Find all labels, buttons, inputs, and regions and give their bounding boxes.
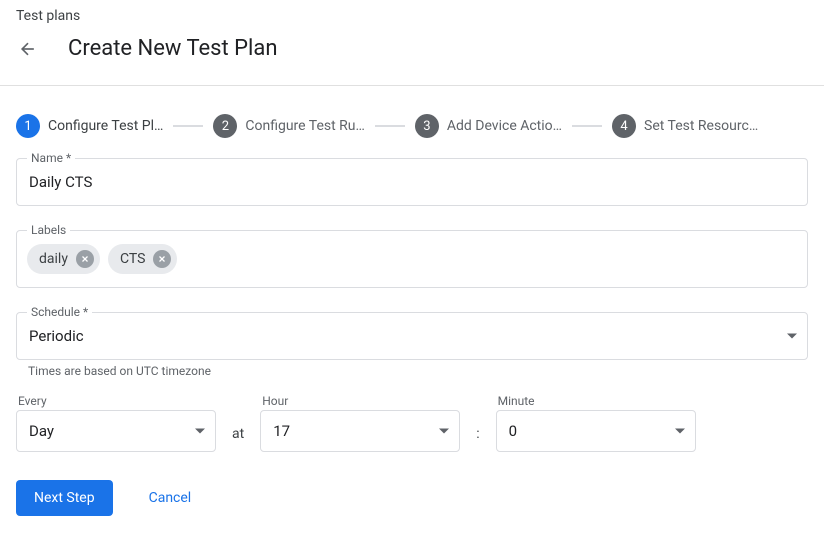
name-field[interactable]: Name * — [16, 158, 808, 206]
time-row: Every Day at Hour 17 : Minute 0 — [16, 394, 808, 452]
step-number: 2 — [213, 114, 237, 138]
chip-remove-icon[interactable] — [76, 250, 94, 268]
stepper: 1 Configure Test Pl… 2 Configure Test Ru… — [0, 86, 824, 158]
chip-text: daily — [39, 251, 68, 267]
step-4[interactable]: 4 Set Test Resourc… — [612, 114, 758, 138]
step-3[interactable]: 3 Add Device Actio… — [415, 114, 562, 138]
step-label: Set Test Resourc… — [644, 118, 758, 134]
schedule-select[interactable]: Schedule * Periodic — [16, 312, 808, 360]
step-number: 3 — [415, 114, 439, 138]
step-label: Configure Test Ru… — [245, 118, 365, 134]
button-row: Next Step Cancel — [16, 480, 808, 516]
next-step-button[interactable]: Next Step — [16, 480, 113, 516]
every-select[interactable]: Day — [16, 410, 216, 452]
hour-field: Hour 17 — [260, 394, 460, 452]
step-label: Configure Test Pl… — [48, 118, 163, 134]
page-title: Create New Test Plan — [68, 36, 278, 61]
hour-value: 17 — [261, 411, 459, 451]
breadcrumb[interactable]: Test plans — [0, 0, 824, 32]
name-input[interactable] — [17, 159, 807, 205]
back-arrow-icon[interactable] — [16, 37, 40, 61]
every-field: Every Day — [16, 394, 216, 452]
hour-select[interactable]: 17 — [260, 410, 460, 452]
labels-field[interactable]: Labels daily CTS — [16, 230, 808, 288]
schedule-hint: Times are based on UTC timezone — [28, 364, 808, 378]
step-number: 4 — [612, 114, 636, 138]
form: Name * Labels daily CTS Schedule * Perio… — [0, 158, 824, 516]
minute-label: Minute — [498, 394, 696, 408]
at-text: at — [216, 426, 260, 452]
step-connector — [173, 125, 203, 127]
schedule-label: Schedule * — [27, 305, 92, 319]
every-value: Day — [17, 411, 215, 451]
labels-label: Labels — [27, 223, 70, 237]
step-number: 1 — [16, 114, 40, 138]
cancel-button[interactable]: Cancel — [149, 490, 192, 506]
step-connector — [572, 125, 602, 127]
colon-text: : — [460, 426, 495, 452]
step-1[interactable]: 1 Configure Test Pl… — [16, 114, 163, 138]
minute-value: 0 — [497, 411, 695, 451]
chip-text: CTS — [120, 251, 145, 267]
step-2[interactable]: 2 Configure Test Ru… — [213, 114, 365, 138]
chip-remove-icon[interactable] — [153, 250, 171, 268]
step-label: Add Device Actio… — [447, 118, 562, 134]
chip-cts: CTS — [108, 244, 177, 274]
hour-label: Hour — [262, 394, 460, 408]
minute-select[interactable]: 0 — [496, 410, 696, 452]
page-header: Create New Test Plan — [0, 32, 824, 86]
minute-field: Minute 0 — [496, 394, 696, 452]
name-label: Name * — [27, 151, 75, 165]
step-connector — [375, 125, 405, 127]
schedule-value: Periodic — [17, 313, 807, 359]
every-label: Every — [18, 394, 216, 408]
labels-container[interactable]: daily CTS — [17, 231, 807, 287]
chip-daily: daily — [27, 244, 100, 274]
